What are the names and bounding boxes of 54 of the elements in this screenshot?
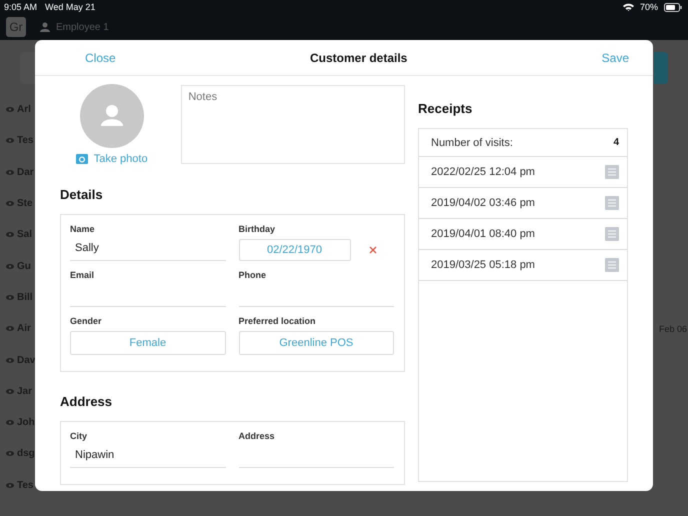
select-field[interactable]: Greenline POS — [238, 331, 394, 355]
section-heading: Address — [60, 394, 114, 409]
eye-icon — [6, 107, 14, 112]
eye-icon — [6, 170, 14, 175]
person-icon — [40, 22, 50, 32]
eye-icon — [6, 388, 14, 394]
wifi-icon — [622, 3, 634, 11]
field-label: Preferred location — [238, 316, 317, 326]
field-label: City — [70, 431, 88, 441]
eye-icon — [6, 358, 14, 363]
section-heading: Receipts — [418, 101, 474, 116]
eye-icon — [6, 326, 14, 332]
section-heading: Details — [60, 187, 104, 202]
take-photo-button[interactable]: Take photo — [76, 153, 148, 165]
eye-icon — [6, 482, 14, 488]
date-field[interactable]: 02/22/1970 — [238, 239, 350, 261]
dialog-title: Customer details — [310, 50, 408, 64]
camera-icon — [76, 154, 88, 164]
eye-icon — [6, 138, 14, 144]
field-label: Phone — [238, 270, 268, 280]
receipt-date[interactable]: 2019/04/02 03:46 pm — [431, 197, 535, 209]
notes-field[interactable]: Notes — [181, 85, 405, 164]
select-field[interactable]: Female — [70, 331, 226, 355]
receipt-icon[interactable] — [605, 227, 619, 241]
receipt-icon[interactable] — [605, 258, 619, 272]
receipt-date[interactable]: 2022/02/25 12:04 pm — [431, 166, 535, 178]
eye-icon — [6, 232, 14, 238]
status-date: Wed May 21 — [45, 2, 96, 12]
receipt-date[interactable]: 2019/04/01 08:40 pm — [431, 228, 535, 240]
receipt-icon[interactable] — [605, 196, 619, 210]
text-field[interactable]: Nipawin — [70, 446, 226, 468]
employee-name[interactable]: Employee 1 — [56, 22, 109, 32]
field-label: Email — [70, 270, 96, 280]
close-button[interactable]: Close — [85, 50, 116, 64]
battery-percent: 70% — [640, 2, 658, 12]
receipt-date[interactable]: 2019/03/25 05:18 pm — [431, 259, 535, 271]
eye-icon — [6, 201, 14, 206]
avatar-icon — [80, 84, 144, 148]
eye-icon — [6, 264, 14, 269]
battery-icon — [664, 2, 682, 12]
text-field[interactable]: Sally — [70, 239, 226, 261]
eye-icon — [6, 294, 14, 300]
status-time: 9:05 AM — [4, 2, 38, 12]
eye-icon — [6, 451, 14, 456]
field-label: Address — [238, 431, 276, 441]
field-label: Birthday — [238, 224, 276, 234]
eye-icon — [6, 420, 14, 426]
visits-label: Number of visits: — [431, 136, 513, 148]
receipt-icon[interactable] — [605, 165, 619, 179]
field-label: Gender — [70, 316, 103, 326]
visits-count: 4 — [613, 137, 619, 148]
clear-icon[interactable] — [368, 246, 376, 254]
field-label: Name — [70, 224, 96, 234]
save-button[interactable]: Save — [602, 50, 629, 64]
